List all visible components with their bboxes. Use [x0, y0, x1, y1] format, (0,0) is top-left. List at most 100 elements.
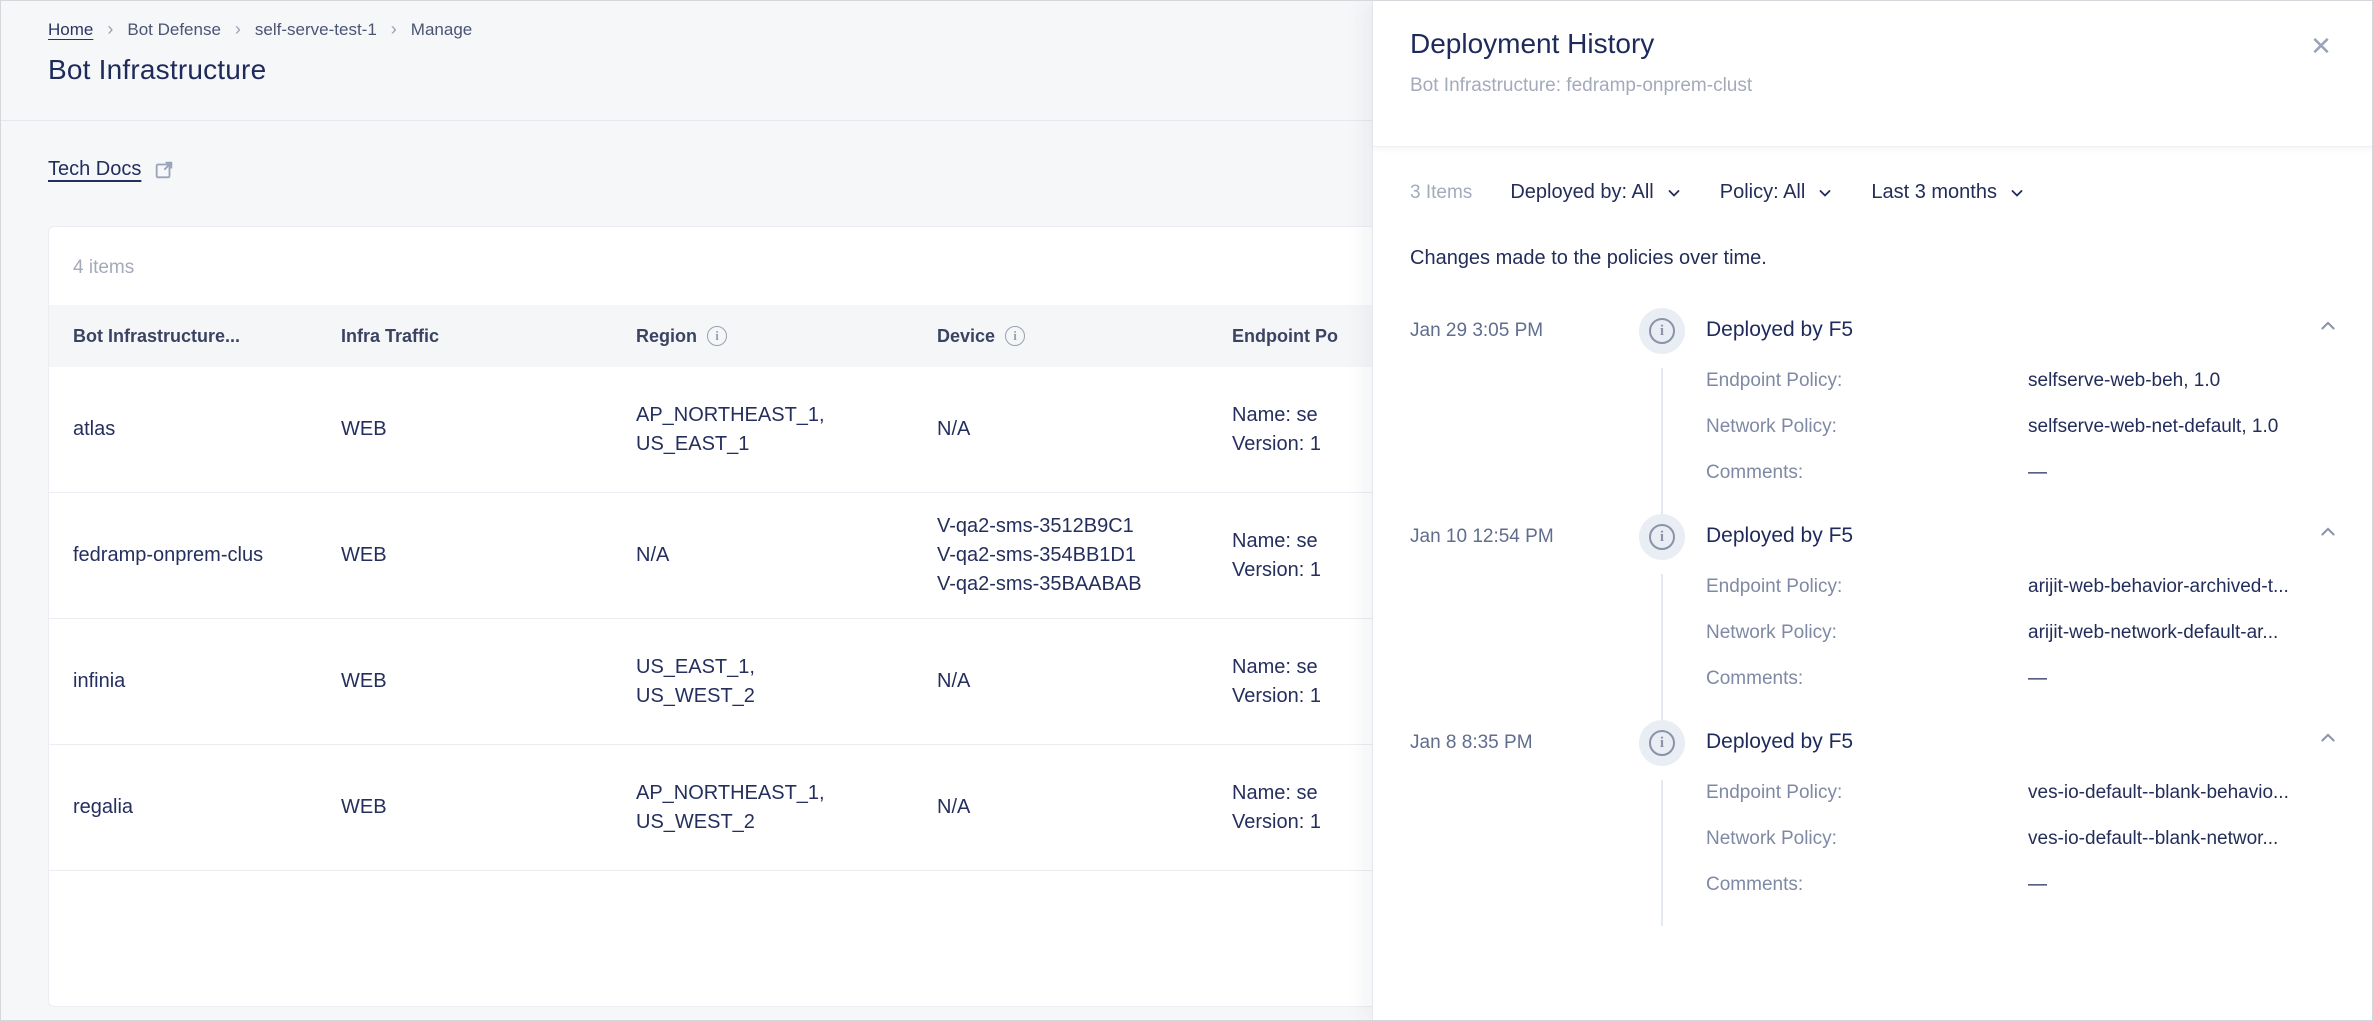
- panel-body: 3 Items Deployed by: All Policy: All Las…: [1373, 147, 2373, 926]
- timeline-connector-line: [1661, 574, 1663, 720]
- entry-icon-column: i: [1632, 720, 1692, 926]
- cell-device: N/A: [913, 667, 1208, 696]
- detail-row-endpoint-policy: Endpoint Policy: selfserve-web-beh, 1.0: [1706, 370, 2294, 392]
- column-header-region[interactable]: Regioni: [612, 323, 913, 349]
- breadcrumb-manage: Manage: [411, 20, 472, 40]
- detail-value: —: [2028, 462, 2294, 484]
- detail-row-network-policy: Network Policy: selfserve-web-net-defaul…: [1706, 416, 2294, 438]
- panel-items-count: 3 Items: [1410, 182, 1472, 204]
- chevron-down-icon: [2009, 185, 2025, 201]
- detail-label: Endpoint Policy:: [1706, 576, 2028, 598]
- breadcrumb: Home › Bot Defense › self-serve-test-1 ›…: [48, 19, 1372, 40]
- table-row-regalia[interactable]: regalia WEB AP_NORTHEAST_1, US_WEST_2 N/…: [49, 745, 1372, 871]
- column-header-label: Endpoint Po: [1232, 323, 1338, 349]
- docs-row: Tech Docs: [1, 121, 1372, 181]
- policy-filter-dropdown[interactable]: Policy: All: [1720, 181, 1834, 204]
- deployment-timeline: Jan 29 3:05 PM i Deployed by F5 Endpoint…: [1410, 308, 2338, 926]
- detail-value: —: [2028, 668, 2294, 690]
- device-info-icon[interactable]: i: [1005, 326, 1025, 346]
- column-header-device[interactable]: Devicei: [913, 323, 1208, 349]
- deployed-by-filter-dropdown[interactable]: Deployed by: All: [1510, 181, 1681, 204]
- entry-title[interactable]: Deployed by F5: [1692, 308, 2294, 342]
- bot-infrastructure-table: Bot Infrastructure... Infra Traffic Regi…: [49, 305, 1372, 871]
- close-icon[interactable]: ✕: [2304, 29, 2338, 63]
- entry-icon-column: i: [1632, 308, 1692, 514]
- detail-value: selfserve-web-beh, 1.0: [2028, 370, 2294, 392]
- filter-row: 3 Items Deployed by: All Policy: All Las…: [1410, 181, 2338, 204]
- collapse-entry-button[interactable]: [2294, 720, 2338, 926]
- collapse-entry-button[interactable]: [2294, 514, 2338, 720]
- entry-timestamp: Jan 29 3:05 PM: [1410, 308, 1632, 514]
- entry-details: Endpoint Policy: ves-io-default--blank-b…: [1692, 754, 2294, 926]
- breadcrumb-bot-defense[interactable]: Bot Defense: [127, 20, 221, 40]
- entry-content: Deployed by F5 Endpoint Policy: selfserv…: [1692, 308, 2294, 514]
- cell-name: infinia: [49, 667, 317, 696]
- app-window: Home › Bot Defense › self-serve-test-1 ›…: [0, 0, 2373, 1021]
- time-range-filter-dropdown[interactable]: Last 3 months: [1871, 181, 2025, 204]
- chevron-down-icon: [1817, 185, 1833, 201]
- column-header-label: Bot Infrastructure...: [73, 323, 240, 349]
- timeline-connector-line: [1661, 780, 1663, 926]
- detail-row-endpoint-policy: Endpoint Policy: arijit-web-behavior-arc…: [1706, 576, 2294, 598]
- detail-row-network-policy: Network Policy: ves-io-default--blank-ne…: [1706, 828, 2294, 850]
- cell-infra-traffic: WEB: [317, 541, 612, 570]
- cell-device: N/A: [913, 793, 1208, 822]
- deployment-history-panel: Deployment History Bot Infrastructure: f…: [1372, 1, 2373, 1020]
- cell-endpoint-policy: Name: se Version: 1: [1208, 401, 1372, 459]
- panel-description: Changes made to the policies over time.: [1410, 247, 2338, 270]
- bot-infrastructure-table-card: 4 items Bot Infrastructure... Infra Traf…: [48, 226, 1372, 1007]
- detail-label: Endpoint Policy:: [1706, 370, 2028, 392]
- column-header-infra-traffic[interactable]: Infra Traffic: [317, 323, 612, 349]
- table-row-infinia[interactable]: infinia WEB US_EAST_1, US_WEST_2 N/A Nam…: [49, 619, 1372, 745]
- detail-value: —: [2028, 874, 2294, 896]
- entry-details: Endpoint Policy: selfserve-web-beh, 1.0 …: [1692, 342, 2294, 514]
- entry-timestamp: Jan 10 12:54 PM: [1410, 514, 1632, 720]
- collapse-entry-button[interactable]: [2294, 308, 2338, 514]
- panel-title: Deployment History: [1410, 28, 2338, 60]
- breadcrumb-self-serve-test-1[interactable]: self-serve-test-1: [255, 20, 377, 40]
- cell-endpoint-policy: Name: se Version: 1: [1208, 653, 1372, 711]
- entry-title[interactable]: Deployed by F5: [1692, 720, 2294, 754]
- entry-timestamp: Jan 8 8:35 PM: [1410, 720, 1632, 926]
- column-header-endpoint-policy[interactable]: Endpoint Po: [1208, 323, 1372, 349]
- column-header-label: Region: [636, 323, 697, 349]
- cell-region: AP_NORTHEAST_1, US_EAST_1: [612, 401, 913, 459]
- region-info-icon[interactable]: i: [707, 326, 727, 346]
- table-items-count: 4 items: [49, 227, 1372, 305]
- detail-value: ves-io-default--blank-networ...: [2028, 828, 2294, 850]
- deploy-info-icon: i: [1639, 514, 1685, 560]
- breadcrumb-separator-icon: ›: [235, 19, 241, 40]
- detail-value: arijit-web-behavior-archived-t...: [2028, 576, 2294, 598]
- table-row-atlas[interactable]: atlas WEB AP_NORTHEAST_1, US_EAST_1 N/A …: [49, 367, 1372, 493]
- external-link-icon: [153, 159, 175, 181]
- breadcrumb-home[interactable]: Home: [48, 20, 93, 40]
- detail-row-endpoint-policy: Endpoint Policy: ves-io-default--blank-b…: [1706, 782, 2294, 804]
- deployed-by-filter-label: Deployed by: All: [1510, 181, 1653, 204]
- column-header-bot-infrastructure[interactable]: Bot Infrastructure...: [49, 323, 317, 349]
- cell-endpoint-policy: Name: se Version: 1: [1208, 779, 1372, 837]
- cell-name: regalia: [49, 793, 317, 822]
- timeline-entry: Jan 29 3:05 PM i Deployed by F5 Endpoint…: [1410, 308, 2338, 514]
- tech-docs-link[interactable]: Tech Docs: [48, 158, 141, 181]
- cell-name: atlas: [49, 415, 317, 444]
- time-range-filter-label: Last 3 months: [1871, 181, 1997, 204]
- entry-title[interactable]: Deployed by F5: [1692, 514, 2294, 548]
- entry-content: Deployed by F5 Endpoint Policy: arijit-w…: [1692, 514, 2294, 720]
- chevron-up-icon: [2318, 728, 2338, 748]
- column-header-label: Infra Traffic: [341, 323, 439, 349]
- detail-row-comments: Comments: —: [1706, 462, 2294, 484]
- cell-device: N/A: [913, 415, 1208, 444]
- detail-label: Endpoint Policy:: [1706, 782, 2028, 804]
- table-row-fedramp-onprem-clus[interactable]: fedramp-onprem-clus WEB N/A V-qa2-sms-35…: [49, 493, 1372, 619]
- cell-infra-traffic: WEB: [317, 667, 612, 696]
- timeline-entry: Jan 8 8:35 PM i Deployed by F5 Endpoint …: [1410, 720, 2338, 926]
- page-header: Home › Bot Defense › self-serve-test-1 ›…: [1, 1, 1372, 121]
- policy-filter-label: Policy: All: [1720, 181, 1806, 204]
- table-header-row: Bot Infrastructure... Infra Traffic Regi…: [49, 305, 1372, 367]
- main-content-area: Home › Bot Defense › self-serve-test-1 ›…: [1, 1, 1372, 1020]
- detail-label: Comments:: [1706, 462, 2028, 484]
- chevron-up-icon: [2318, 522, 2338, 542]
- panel-header: Deployment History Bot Infrastructure: f…: [1373, 1, 2373, 147]
- detail-row-network-policy: Network Policy: arijit-web-network-defau…: [1706, 622, 2294, 644]
- breadcrumb-separator-icon: ›: [391, 19, 397, 40]
